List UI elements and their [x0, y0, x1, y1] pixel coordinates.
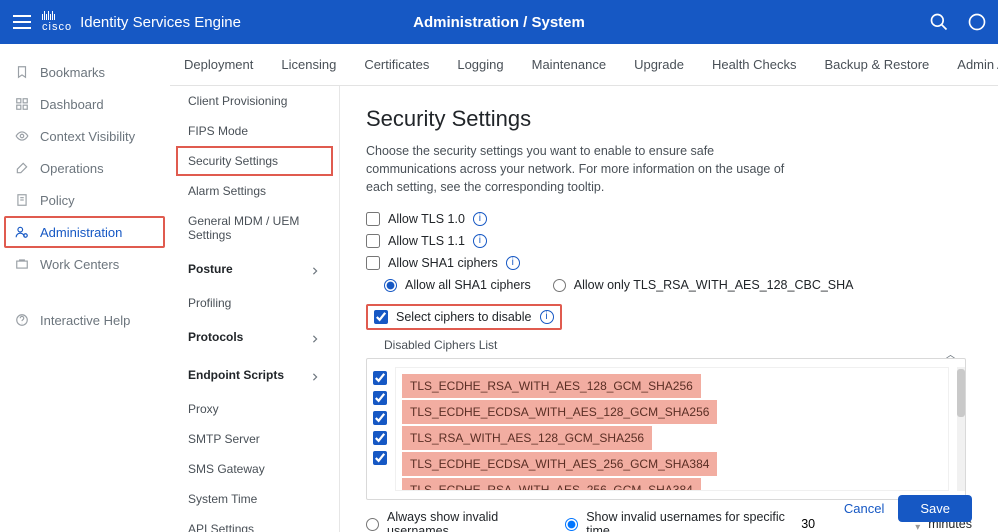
subnav-item-endpoint-scripts[interactable]: Endpoint Scripts — [170, 356, 339, 394]
leftnav-item-administration[interactable]: Administration — [4, 216, 165, 248]
page-description: Choose the security settings you want to… — [366, 142, 796, 196]
page-content: Security Settings Choose the security se… — [340, 86, 998, 532]
tab-admin-access[interactable]: Admin Access — [943, 44, 998, 85]
chevron-right-icon — [311, 264, 321, 274]
subnav-item-fips-mode[interactable]: FIPS Mode — [170, 116, 339, 146]
subnav-item-posture[interactable]: Posture — [170, 250, 339, 288]
policy-icon — [14, 192, 30, 208]
disabled-ciphers-label: Disabled Ciphers List — [384, 338, 972, 352]
subnav-item-alarm-settings[interactable]: Alarm Settings — [170, 176, 339, 206]
leftnav-item-work-centers[interactable]: Work Centers — [0, 248, 169, 280]
subnav-item-proxy[interactable]: Proxy — [170, 394, 339, 424]
leftnav-item-bookmarks[interactable]: Bookmarks — [0, 56, 169, 88]
cipher-tag[interactable]: TLS_ECDHE_ECDSA_WITH_AES_256_GCM_SHA384 — [402, 452, 717, 476]
cipher-checkbox-4[interactable] — [373, 451, 387, 465]
allow-tls10-label: Allow TLS 1.0 — [388, 212, 465, 226]
allow-all-sha1-label: Allow all SHA1 ciphers — [405, 278, 531, 292]
subnav-item-system-time[interactable]: System Time — [170, 484, 339, 514]
cipher-tag[interactable]: TLS_ECDHE_RSA_WITH_AES_256_GCM_SHA384 — [402, 478, 701, 491]
tab-deployment[interactable]: Deployment — [170, 44, 267, 85]
menu-icon[interactable] — [10, 10, 34, 34]
select-ciphers-label: Select ciphers to disable — [396, 310, 532, 324]
info-icon[interactable]: i — [473, 234, 487, 248]
leftnav-item-operations[interactable]: Operations — [0, 152, 169, 184]
show-invalid-time-label: Show invalid usernames for specific time — [586, 510, 789, 532]
tab-licensing[interactable]: Licensing — [267, 44, 350, 85]
help-icon — [14, 312, 30, 328]
tab-health-checks[interactable]: Health Checks — [698, 44, 811, 85]
cipher-tag[interactable]: TLS_ECDHE_RSA_WITH_AES_128_GCM_SHA256 — [402, 374, 701, 398]
select-ciphers-checkbox[interactable] — [374, 310, 388, 324]
tab-backup-restore[interactable]: Backup & Restore — [811, 44, 944, 85]
cipher-checkbox-1[interactable] — [373, 391, 387, 405]
breadcrumb: Administration / System — [413, 14, 585, 31]
allow-sha1-checkbox[interactable] — [366, 256, 380, 270]
sub-nav: Client ProvisioningFIPS ModeSecurity Set… — [170, 86, 340, 532]
page-title: Security Settings — [366, 106, 972, 132]
always-show-invalid-label: Always show invalid usernames — [387, 510, 546, 532]
subnav-item-general-mdm-uem-settings[interactable]: General MDM / UEM Settings — [170, 206, 339, 250]
subnav-item-protocols[interactable]: Protocols — [170, 318, 339, 356]
admin-icon — [14, 224, 30, 240]
leftnav-item-policy[interactable]: Policy — [0, 184, 169, 216]
allow-tls11-checkbox[interactable] — [366, 234, 380, 248]
top-bar: cisco Identity Services Engine Administr… — [0, 0, 998, 44]
info-icon[interactable]: i — [506, 256, 520, 270]
leftnav-item-interactive-help[interactable]: Interactive Help — [0, 304, 169, 336]
allow-only-tls-radio[interactable] — [553, 279, 566, 292]
dashboard-icon — [14, 96, 30, 112]
left-nav: BookmarksDashboardContext VisibilityOper… — [0, 44, 170, 532]
cipher-checkbox-3[interactable] — [373, 431, 387, 445]
info-icon[interactable]: i — [540, 310, 554, 324]
cipher-tag[interactable]: TLS_ECDHE_ECDSA_WITH_AES_128_GCM_SHA256 — [402, 400, 717, 424]
subnav-item-api-settings[interactable]: API Settings — [170, 514, 339, 532]
info-icon[interactable]: i — [473, 212, 487, 226]
tab-upgrade[interactable]: Upgrade — [620, 44, 698, 85]
allow-only-tls-label: Allow only TLS_RSA_WITH_AES_128_CBC_SHA — [574, 278, 854, 292]
tab-bar: DeploymentLicensingCertificatesLoggingMa… — [170, 44, 998, 86]
save-button[interactable]: Save — [898, 495, 972, 522]
cipher-checkbox-0[interactable] — [373, 371, 387, 385]
scrollbar[interactable] — [957, 367, 965, 491]
tab-certificates[interactable]: Certificates — [350, 44, 443, 85]
always-show-invalid-radio[interactable] — [366, 518, 379, 531]
subnav-item-client-provisioning[interactable]: Client Provisioning — [170, 86, 339, 116]
cancel-button[interactable]: Cancel — [844, 501, 884, 516]
allow-tls10-checkbox[interactable] — [366, 212, 380, 226]
subnav-item-smtp-server[interactable]: SMTP Server — [170, 424, 339, 454]
subnav-item-profiling[interactable]: Profiling — [170, 288, 339, 318]
show-invalid-time-radio[interactable] — [565, 518, 578, 531]
subnav-item-sms-gateway[interactable]: SMS Gateway — [170, 454, 339, 484]
tab-maintenance[interactable]: Maintenance — [518, 44, 620, 85]
cisco-logo: cisco — [42, 11, 72, 33]
allow-tls11-label: Allow TLS 1.1 — [388, 234, 465, 248]
operations-icon — [14, 160, 30, 176]
leftnav-item-context-visibility[interactable]: Context Visibility — [0, 120, 169, 152]
cipher-tags: TLS_ECDHE_RSA_WITH_AES_128_GCM_SHA256TLS… — [395, 367, 949, 491]
tab-logging[interactable]: Logging — [443, 44, 517, 85]
bookmark-icon — [14, 64, 30, 80]
workcenters-icon — [14, 256, 30, 272]
chevron-right-icon — [311, 370, 321, 380]
allow-all-sha1-radio[interactable] — [384, 279, 397, 292]
subnav-item-security-settings[interactable]: Security Settings — [176, 146, 333, 176]
cipher-checkbox-2[interactable] — [373, 411, 387, 425]
apps-icon[interactable] — [966, 11, 988, 33]
visibility-icon — [14, 128, 30, 144]
search-icon[interactable] — [928, 11, 950, 33]
chevron-right-icon — [311, 332, 321, 342]
cipher-list-box: TLS_ECDHE_RSA_WITH_AES_128_GCM_SHA256TLS… — [366, 358, 966, 500]
leftnav-item-dashboard[interactable]: Dashboard — [0, 88, 169, 120]
app-title: Identity Services Engine — [80, 14, 241, 31]
cipher-tag[interactable]: TLS_RSA_WITH_AES_128_GCM_SHA256 — [402, 426, 652, 450]
allow-sha1-label: Allow SHA1 ciphers — [388, 256, 498, 270]
